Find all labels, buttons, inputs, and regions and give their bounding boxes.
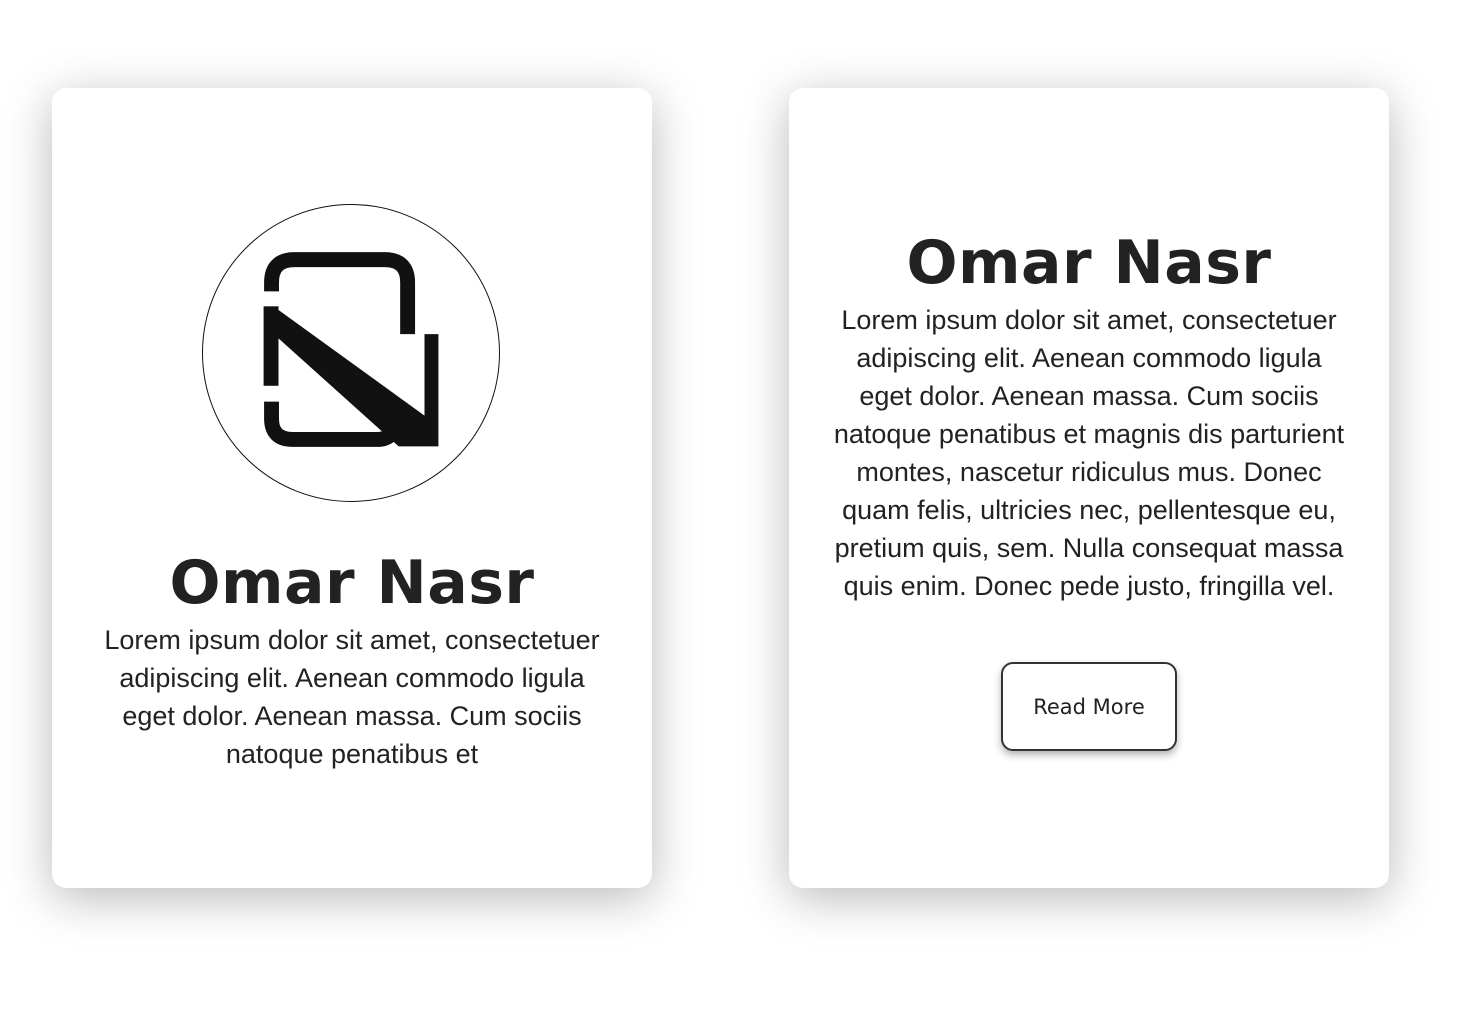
profile-card-back: Omar Nasr Lorem ipsum dolor sit amet, co… (789, 88, 1389, 888)
logo-avatar (202, 204, 500, 502)
profile-card-front: Omar Nasr Lorem ipsum dolor sit amet, co… (52, 88, 652, 888)
read-more-button[interactable]: Read More (1001, 662, 1177, 751)
profile-name: Omar Nasr (906, 228, 1272, 298)
profile-bio: Lorem ipsum dolor sit amet, consectetuer… (833, 305, 1345, 601)
profile-bio: Lorem ipsum dolor sit amet, consectetuer… (104, 625, 600, 769)
omar-nasr-monogram-icon (263, 252, 439, 447)
page: Omar Nasr Lorem ipsum dolor sit amet, co… (0, 0, 1474, 1026)
profile-name: Omar Nasr (169, 548, 535, 618)
